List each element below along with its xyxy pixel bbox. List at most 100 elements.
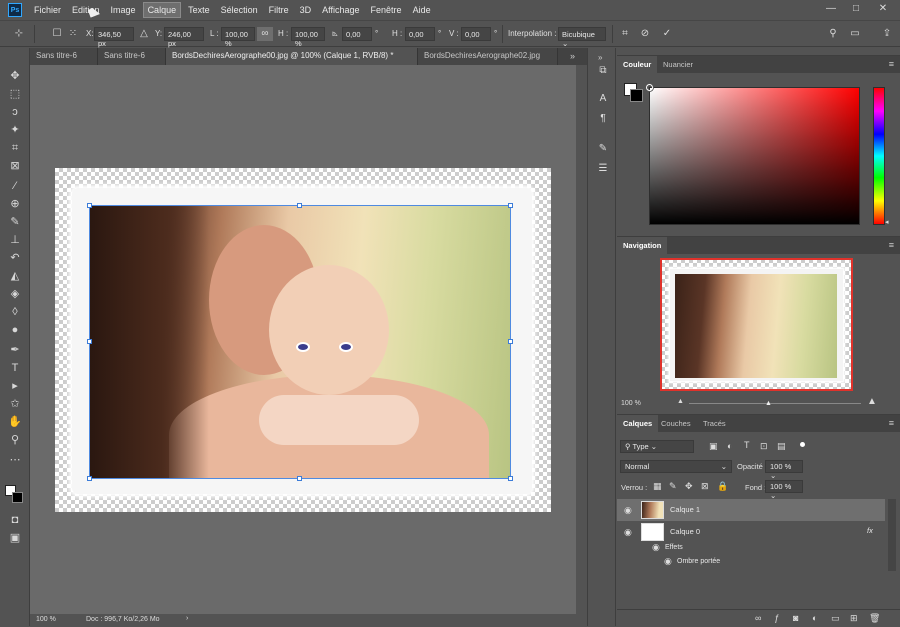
transform-handle[interactable] xyxy=(508,339,513,344)
height-field[interactable]: 100,00 % xyxy=(291,27,325,48)
zoom-out-icon[interactable]: ▲ xyxy=(677,398,684,405)
effects-row[interactable]: ◉ Effets xyxy=(617,541,885,555)
new-group-icon[interactable]: ▭ xyxy=(831,613,840,624)
new-layer-icon[interactable]: ⊞ xyxy=(850,613,858,624)
brush-tool-icon[interactable]: ✎ xyxy=(7,214,23,230)
healing-brush-tool-icon[interactable]: ⊕ xyxy=(7,196,23,212)
quick-mask-icon[interactable]: ◘ xyxy=(7,512,23,528)
tab-calques[interactable]: Calques xyxy=(617,415,659,432)
menu-aide[interactable]: Aide xyxy=(409,3,435,17)
hand-tool-icon[interactable]: ✋ xyxy=(7,414,23,430)
character-panel-icon[interactable]: A xyxy=(596,92,610,106)
filter-toggle-icon[interactable] xyxy=(800,442,805,447)
layer-name[interactable]: Calque 1 xyxy=(670,505,700,514)
photoshop-logo[interactable]: Ps xyxy=(8,3,22,17)
lock-position-icon[interactable]: ✥ xyxy=(685,481,693,492)
eyedropper-tool-icon[interactable]: ⁄ xyxy=(7,178,23,194)
dodge-tool-icon[interactable]: ● xyxy=(7,322,23,338)
visibility-eye-icon[interactable]: ◉ xyxy=(652,542,660,553)
width-field[interactable]: 100,00 % xyxy=(221,27,255,48)
menu-affichage[interactable]: Affichage xyxy=(318,3,363,17)
color-picker-cursor[interactable] xyxy=(646,84,653,91)
delta-icon[interactable]: △ xyxy=(137,27,151,41)
vskew-field[interactable]: 0,00 xyxy=(461,27,491,41)
lock-all-icon[interactable]: 🔒 xyxy=(717,481,728,492)
background-color-swatch[interactable] xyxy=(630,89,643,102)
lock-transparency-icon[interactable]: ▦ xyxy=(653,481,662,492)
brush-settings-icon[interactable]: ✎ xyxy=(596,142,610,156)
delete-layer-icon[interactable]: 🗑 xyxy=(869,613,880,624)
cancel-icon[interactable]: ⊘ xyxy=(638,27,652,41)
zoom-in-icon[interactable]: ▲ xyxy=(867,396,877,407)
history-panel-icon[interactable]: ⧉ xyxy=(596,64,610,78)
visibility-eye-icon[interactable]: ◉ xyxy=(624,505,632,516)
lock-pixels-icon[interactable]: ✎ xyxy=(669,481,677,492)
more-tools-icon[interactable]: ⋯ xyxy=(7,452,23,468)
zoom-tool-icon[interactable]: ⚲ xyxy=(7,432,23,448)
collapse-panels-icon[interactable]: » xyxy=(598,53,602,62)
lock-artboard-icon[interactable]: ⊠ xyxy=(701,481,709,492)
navigator-view-box[interactable] xyxy=(660,258,853,391)
tab-nuancier[interactable]: Nuancier xyxy=(657,56,699,73)
paragraph-panel-icon[interactable]: ¶ xyxy=(596,112,610,126)
menu-texte[interactable]: Texte xyxy=(184,3,214,17)
fill-field[interactable]: 100 % ⌄ xyxy=(765,480,803,500)
workspace-icon[interactable]: ▭ xyxy=(848,27,862,41)
tab-bords-dechires-02[interactable]: BordsDechiresAerographe02.jpg xyxy=(418,48,558,65)
transform-bounding-box[interactable] xyxy=(89,205,511,479)
transform-handle[interactable] xyxy=(508,203,513,208)
y-field[interactable]: 246,00 px xyxy=(164,27,204,48)
tabs-overflow-icon[interactable]: » xyxy=(570,51,575,61)
navigator-zoom-field[interactable]: 100 % xyxy=(621,400,641,407)
fx-icon[interactable]: fx xyxy=(867,526,873,535)
reference-point-grid-icon[interactable]: ⁙ xyxy=(66,27,80,41)
magic-wand-tool-icon[interactable]: ✦ xyxy=(7,122,23,138)
minimize-button[interactable]: — xyxy=(820,0,842,16)
status-arrow-icon[interactable]: › xyxy=(186,615,188,622)
new-adjustment-icon[interactable]: ◐ xyxy=(812,613,817,623)
path-selection-tool-icon[interactable]: ▸ xyxy=(7,378,23,394)
background-color-swatch[interactable] xyxy=(12,492,23,503)
panel-menu-icon[interactable]: ≡ xyxy=(889,240,894,250)
paint-bucket-tool-icon[interactable]: ◈ xyxy=(7,286,23,302)
move-tool-icon[interactable]: ✥ xyxy=(7,68,23,84)
navigator-zoom-slider[interactable] xyxy=(689,403,861,404)
history-brush-tool-icon[interactable]: ↶ xyxy=(7,250,23,266)
pen-tool-icon[interactable]: ✒ xyxy=(7,342,23,358)
transform-handle[interactable] xyxy=(87,476,92,481)
filter-type-icon[interactable]: T xyxy=(744,440,750,450)
hue-slider-arrow-icon[interactable]: ◂ xyxy=(885,218,889,226)
hskew-field[interactable]: 0,00 xyxy=(405,27,435,41)
blur-tool-icon[interactable]: ◊ xyxy=(7,304,23,320)
share-icon[interactable]: ⇪ xyxy=(880,27,894,41)
maximize-button[interactable]: □ xyxy=(845,0,867,16)
reference-point-checkbox[interactable]: ☐ xyxy=(50,27,64,41)
angle-field[interactable]: 0,00 xyxy=(342,27,372,41)
transform-handle[interactable] xyxy=(297,203,302,208)
search-icon[interactable]: ⚲ xyxy=(826,27,840,41)
opacity-field[interactable]: 100 % ⌄ xyxy=(765,460,803,480)
warp-icon[interactable]: ⌗ xyxy=(618,27,632,41)
blend-mode-select[interactable]: Normal ⌄ xyxy=(620,460,732,473)
layer-row-calque-1[interactable]: ◉ Calque 1 xyxy=(617,499,885,521)
frame-tool-icon[interactable]: ⊠ xyxy=(7,158,23,174)
layer-row-calque-0[interactable]: ◉ Calque 0 fx xyxy=(617,521,885,543)
layers-scrollbar[interactable] xyxy=(888,499,896,571)
tab-traces[interactable]: Tracés xyxy=(697,415,732,432)
layer-name[interactable]: Calque 0 xyxy=(670,527,700,536)
filter-adjustment-icon[interactable]: ◐ xyxy=(727,441,732,451)
properties-panel-icon[interactable]: ☰ xyxy=(596,162,610,176)
screen-mode-icon[interactable]: ▣ xyxy=(7,530,23,546)
transform-tool-icon[interactable]: ⊹ xyxy=(12,27,26,41)
hue-slider[interactable] xyxy=(873,87,885,225)
link-icon[interactable]: ∞ xyxy=(257,27,273,41)
visibility-eye-icon[interactable]: ◉ xyxy=(624,527,632,538)
menu-filtre[interactable]: Filtre xyxy=(265,3,293,17)
transform-handle[interactable] xyxy=(297,476,302,481)
shape-tool-icon[interactable]: ✩ xyxy=(7,396,23,412)
eraser-tool-icon[interactable]: ◭ xyxy=(7,268,23,284)
transform-handle[interactable] xyxy=(508,476,513,481)
color-picker-field[interactable] xyxy=(646,84,860,225)
transform-handle[interactable] xyxy=(87,203,92,208)
crop-tool-icon[interactable]: ⌗ xyxy=(7,140,23,156)
